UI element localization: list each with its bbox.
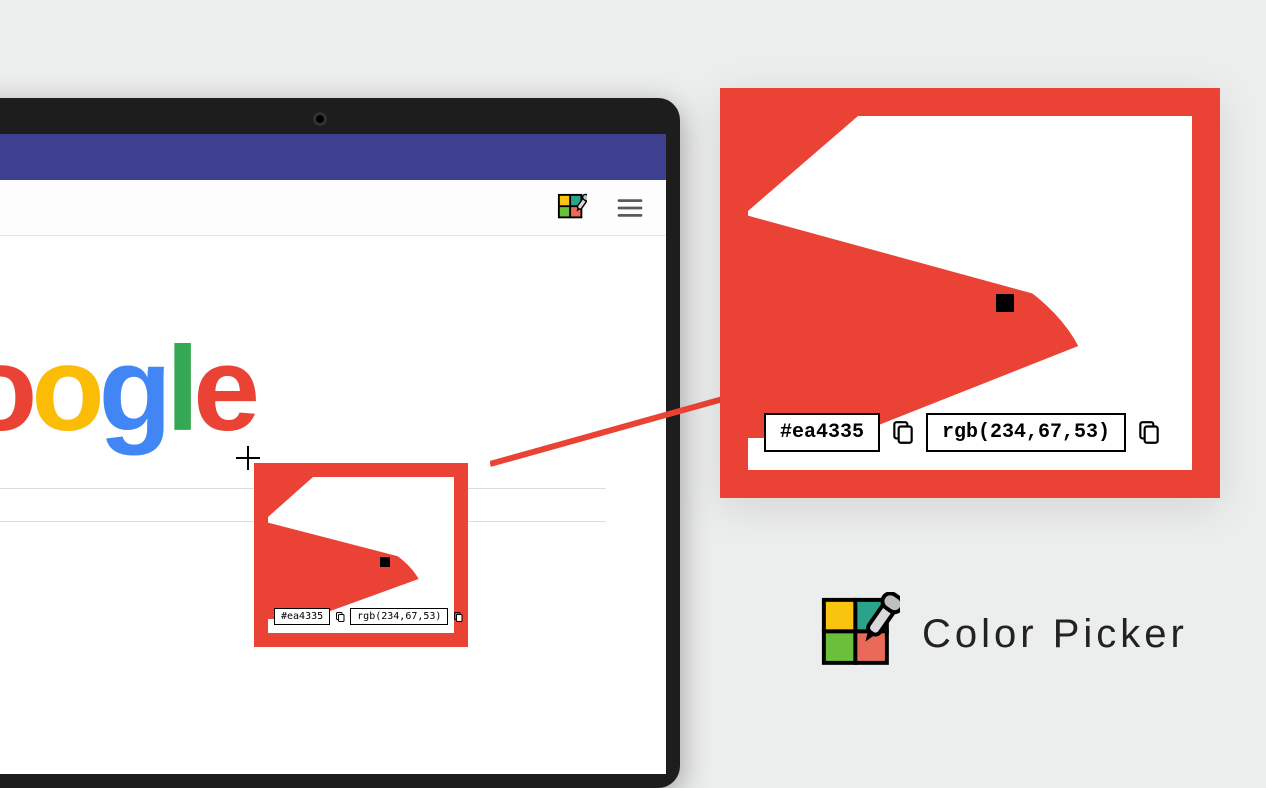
copy-rgb-button[interactable]	[1136, 420, 1162, 446]
color-picker-icon	[557, 193, 587, 223]
zoom-shape	[748, 116, 858, 211]
zoom-shape	[254, 519, 424, 619]
logo-char: e	[193, 320, 254, 458]
logo-char: o	[31, 320, 98, 458]
color-readout-row: #ea4335 rgb(234,67,53)	[764, 413, 1176, 452]
copy-icon	[890, 420, 916, 446]
hamburger-icon	[616, 197, 644, 219]
webcam-dot	[313, 112, 327, 126]
page-content: oogle #ea4335 rgb(234,67,53)	[0, 236, 666, 774]
sample-pixel-indicator	[380, 557, 390, 567]
copy-hex-button[interactable]	[890, 420, 916, 446]
sample-pixel-indicator	[996, 294, 1014, 312]
color-picker-extension-button[interactable]	[554, 190, 590, 226]
hex-value[interactable]: #ea4335	[274, 608, 330, 625]
copy-icon	[1136, 420, 1162, 446]
browser-titlebar	[0, 134, 666, 180]
product-name: Color Picker	[922, 612, 1188, 657]
hex-value[interactable]: #ea4335	[764, 413, 880, 452]
logo-char: g	[99, 320, 166, 458]
zoom-shape	[720, 208, 1090, 438]
google-logo: oogle	[0, 320, 254, 458]
rgb-value[interactable]: rgb(234,67,53)	[350, 608, 448, 625]
logo-char: o	[0, 320, 31, 458]
browser-toolbar	[0, 180, 666, 236]
copy-icon	[334, 611, 346, 623]
copy-icon	[452, 611, 464, 623]
product-label: Color Picker	[816, 592, 1188, 676]
copy-hex-button[interactable]	[334, 611, 346, 623]
zoom-preview-large: #ea4335 rgb(234,67,53)	[720, 88, 1220, 498]
color-readout-row: #ea4335 rgb(234,67,53)	[274, 608, 448, 625]
color-picker-logo-icon	[816, 592, 900, 676]
browser-menu-button[interactable]	[612, 190, 648, 226]
laptop-frame: oogle #ea4335 rgb(234,67,53)	[0, 98, 680, 788]
zoom-shape	[268, 477, 313, 517]
rgb-value[interactable]: rgb(234,67,53)	[926, 413, 1126, 452]
screen: oogle #ea4335 rgb(234,67,53)	[0, 134, 666, 774]
copy-rgb-button[interactable]	[452, 611, 464, 623]
logo-char: l	[166, 320, 193, 458]
zoom-preview-small: #ea4335 rgb(234,67,53)	[254, 463, 468, 647]
